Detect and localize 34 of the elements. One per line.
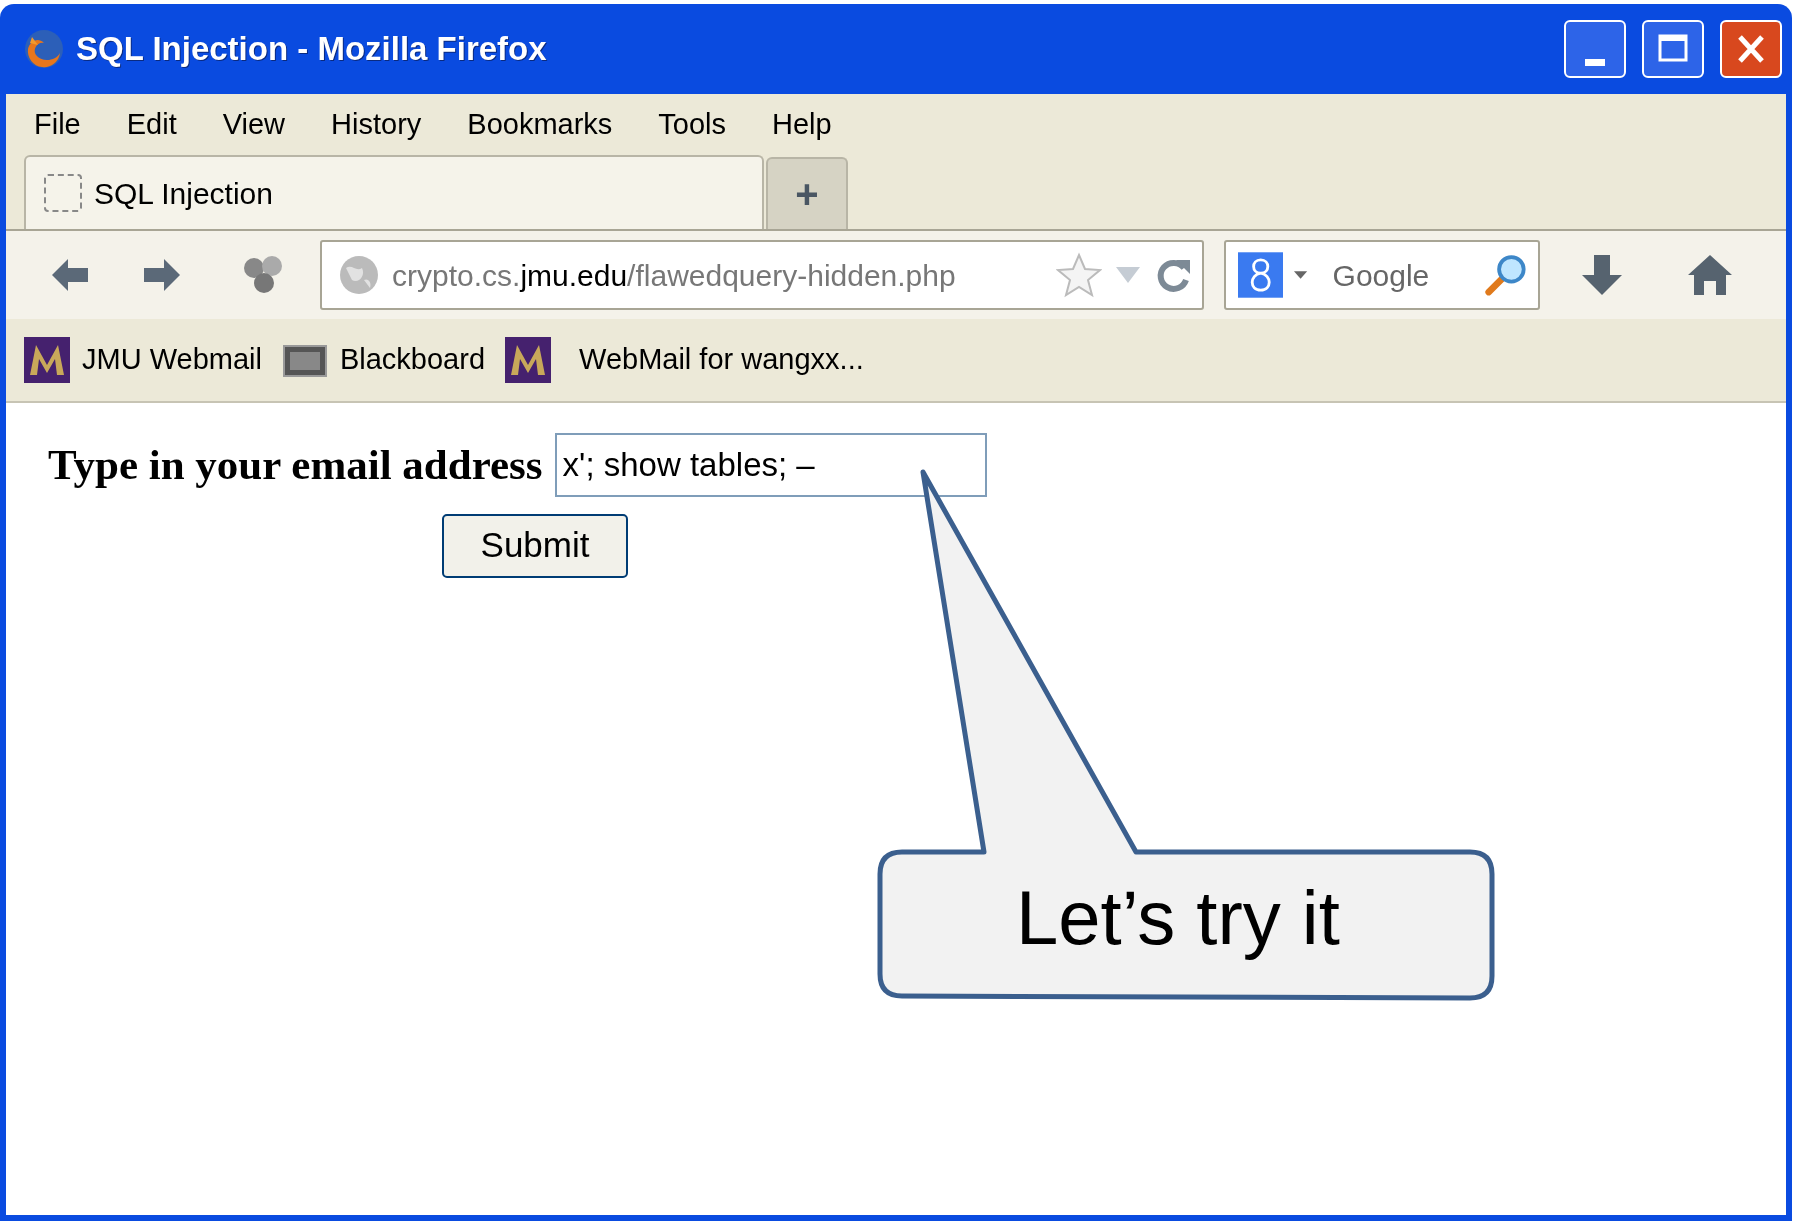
bookmark-link[interactable]: JMU Webmail <box>82 338 262 382</box>
menu-item[interactable]: Tools <box>658 103 727 147</box>
blackboard-logo-icon <box>281 342 328 378</box>
menu-item[interactable]: Edit <box>126 103 177 147</box>
university-logo-icon <box>24 337 70 383</box>
new-tab-button[interactable]: + <box>766 157 848 229</box>
search-engine-icon[interactable] <box>1238 251 1284 299</box>
menu-item[interactable]: History <box>331 103 422 147</box>
browser-logo-icon <box>22 27 66 71</box>
back-icon[interactable] <box>50 257 90 293</box>
search-input[interactable]: Google <box>1332 252 1473 298</box>
university-logo-icon <box>505 337 552 383</box>
menu-item[interactable]: Help <box>772 103 832 147</box>
caret-icon[interactable] <box>1293 270 1309 280</box>
email-field[interactable]: x'; show tables; – <box>554 433 987 498</box>
bookmark-link[interactable]: Blackboard <box>339 338 486 382</box>
minimize-icon <box>1585 58 1605 66</box>
menu-item[interactable]: View <box>222 103 286 147</box>
star-icon[interactable] <box>1056 252 1102 298</box>
url-text: crypto.cs.jmu.edu/flawedquery-hidden.php <box>392 257 957 294</box>
menu-item[interactable]: Bookmarks <box>467 103 613 147</box>
bookmark-link[interactable]: WebMail for wangxx... <box>579 338 864 382</box>
window-title: SQL Injection - Mozilla Firefox <box>76 29 548 70</box>
address-bar[interactable]: crypto.cs.jmu.edu/flawedquery-hidden.php <box>320 240 1204 310</box>
download-icon[interactable] <box>1580 253 1624 297</box>
form-label: Type in your email address <box>48 440 543 490</box>
submit-button[interactable]: Submit <box>442 513 628 578</box>
search-field[interactable]: Google <box>1224 240 1540 310</box>
home-icon[interactable] <box>1686 253 1734 297</box>
page-placeholder-icon <box>44 174 82 212</box>
browser-tab[interactable]: SQL Injection <box>24 155 764 229</box>
forward-icon[interactable] <box>142 257 182 293</box>
globe-icon <box>338 254 380 296</box>
menu-item[interactable]: File <box>34 103 81 147</box>
